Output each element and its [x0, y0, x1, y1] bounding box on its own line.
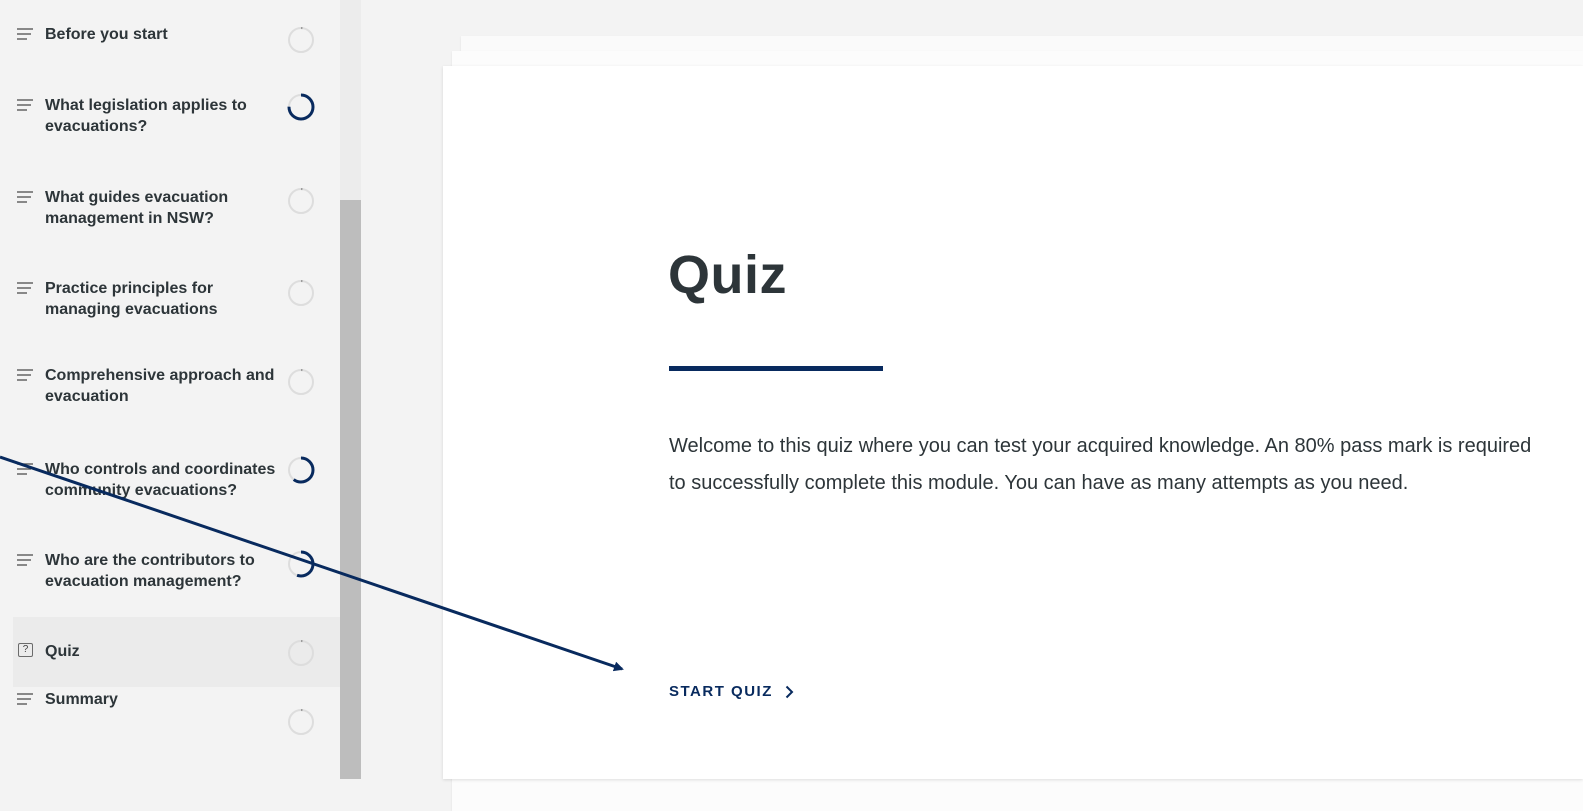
question-box-icon: ? — [18, 643, 33, 657]
lines-icon — [17, 693, 33, 705]
lines-icon — [17, 28, 33, 40]
sidebar-item-what-legislation-applies-to-evacuations[interactable]: What legislation applies to evacuations? — [13, 93, 340, 150]
progress-ring-icon — [288, 27, 314, 53]
lines-icon — [17, 282, 33, 294]
lesson-content-card — [443, 66, 1583, 779]
sidebar-item-comprehensive-approach-and-evacuation[interactable]: Comprehensive approach and evacuation — [13, 365, 340, 420]
chevron-right-icon — [785, 685, 794, 698]
sidebar-item-label: Before you start — [45, 26, 168, 43]
page-title: Quiz — [668, 245, 787, 305]
progress-ring-icon — [288, 188, 314, 214]
progress-ring-icon — [288, 280, 314, 306]
sidebar-item-practice-principles-for-managing-evacuations[interactable]: Practice principles for managing evacuat… — [13, 278, 340, 333]
quiz-intro-text: Welcome to this quiz where you can test … — [669, 435, 1532, 494]
sidebar-item-label: What guides evacuation management in NSW… — [45, 189, 229, 227]
sidebar-item-what-guides-evacuation-management-in-nsw[interactable]: What guides evacuation management in NSW… — [13, 187, 340, 242]
sidebar-item-quiz[interactable]: ? Quiz — [13, 617, 340, 687]
sidebar-item-label: Who are the contributors to evacuation m… — [45, 552, 255, 590]
sidebar-item-label: What legislation applies to evacuations? — [45, 97, 247, 135]
sidebar-scrollbar-thumb[interactable] — [340, 200, 361, 779]
sidebar-item-label: Who controls and coordinates community e… — [45, 461, 276, 499]
sidebar-item-label: Comprehensive approach and evacuation — [45, 367, 275, 405]
sidebar-item-summary[interactable]: Summary — [13, 689, 340, 744]
start-quiz-button[interactable]: START QUIZ — [669, 683, 794, 700]
sidebar-item-who-are-the-contributors-to-evacuation-management[interactable]: Who are the contributors to evacuation m… — [13, 550, 340, 605]
progress-ring-icon — [287, 93, 315, 121]
lesson-sidebar: Before you start What legislation applies… — [0, 0, 340, 779]
title-divider — [669, 366, 883, 371]
progress-ring-icon — [287, 550, 315, 578]
lines-icon — [17, 554, 33, 566]
progress-ring-icon — [288, 369, 314, 395]
lines-icon — [17, 191, 33, 203]
sidebar-item-before-you-start[interactable]: Before you start — [13, 24, 340, 64]
lines-icon — [17, 369, 33, 381]
lines-icon — [17, 463, 33, 475]
progress-ring-icon — [288, 709, 314, 735]
lines-icon — [17, 99, 33, 111]
sidebar-item-label: Quiz — [45, 643, 80, 660]
sidebar-item-label: Summary — [45, 691, 118, 708]
progress-ring-icon — [288, 640, 314, 666]
sidebar-item-label: Practice principles for managing evacuat… — [45, 280, 218, 318]
progress-ring-icon — [287, 456, 315, 484]
start-quiz-label: START QUIZ — [669, 683, 773, 700]
sidebar-item-who-controls-and-coordinates-community-evacuations[interactable]: Who controls and coordinates community e… — [13, 456, 340, 514]
